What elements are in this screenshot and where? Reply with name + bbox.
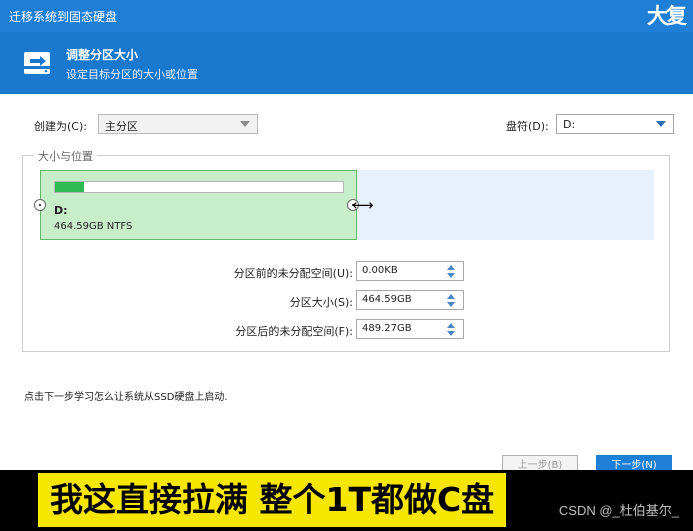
unallocated-before-label: 分区前的未分配空间(U):: [233, 267, 353, 280]
step-subheading: 设定目标分区的大小或位置: [66, 68, 198, 81]
spin-down-icon[interactable]: [447, 302, 455, 307]
unallocated-before-input[interactable]: 0.00KB: [356, 261, 464, 281]
step-heading: 调整分区大小: [66, 48, 139, 62]
resize-cursor-icon: ⟷: [352, 196, 374, 214]
spin-down-icon[interactable]: [447, 273, 455, 278]
spin-up-icon[interactable]: [447, 323, 455, 328]
partition-size-label: 分区大小(S):: [289, 296, 353, 309]
spin-down-icon[interactable]: [447, 331, 455, 336]
app-logo: 大复: [647, 4, 687, 28]
spin-up-icon[interactable]: [447, 294, 455, 299]
spin-up-icon[interactable]: [447, 265, 455, 270]
chevron-down-icon: [656, 121, 666, 127]
drive-letter-value: D:: [563, 118, 576, 131]
create-as-value: 主分区: [105, 120, 138, 133]
unallocated-before-value: 0.00KB: [362, 265, 398, 276]
drive-letter-label: 盘符(D):: [506, 120, 549, 133]
window-title: 迁移系统到固态硬盘: [9, 10, 118, 24]
usage-fill: [55, 182, 84, 192]
unallocated-after-label: 分区后的未分配空间(F):: [235, 325, 353, 338]
unallocated-after-value: 489.27GB: [362, 323, 412, 334]
video-caption: 我这直接拉满 整个1T都做C盘: [38, 473, 507, 527]
left-resize-handle[interactable]: [34, 199, 46, 211]
hint-text: 点击下一步学习怎么让系统从SSD硬盘上启动.: [24, 392, 228, 403]
drive-letter-select[interactable]: D:: [556, 114, 674, 134]
partition-name: D:: [54, 204, 68, 217]
title-bar: 迁移系统到固态硬盘 大复: [0, 0, 693, 32]
create-as-select[interactable]: 主分区: [98, 114, 258, 134]
step-banner: 调整分区大小 设定目标分区的大小或位置: [0, 32, 693, 94]
partition-size-value: 464.59GB: [362, 294, 412, 305]
usage-bar: [54, 181, 344, 193]
chevron-down-icon: [240, 121, 250, 127]
partition-size-input[interactable]: 464.59GB: [356, 290, 464, 310]
size-position-legend: 大小与位置: [34, 148, 97, 164]
unallocated-after-input[interactable]: 489.27GB: [356, 319, 464, 339]
disk-migrate-icon: [24, 52, 50, 74]
create-as-label: 创建为(C):: [34, 120, 87, 133]
watermark: CSDN @_杜伯基尔_: [558, 503, 679, 518]
partition-info: 464.59GB NTFS: [54, 221, 133, 232]
